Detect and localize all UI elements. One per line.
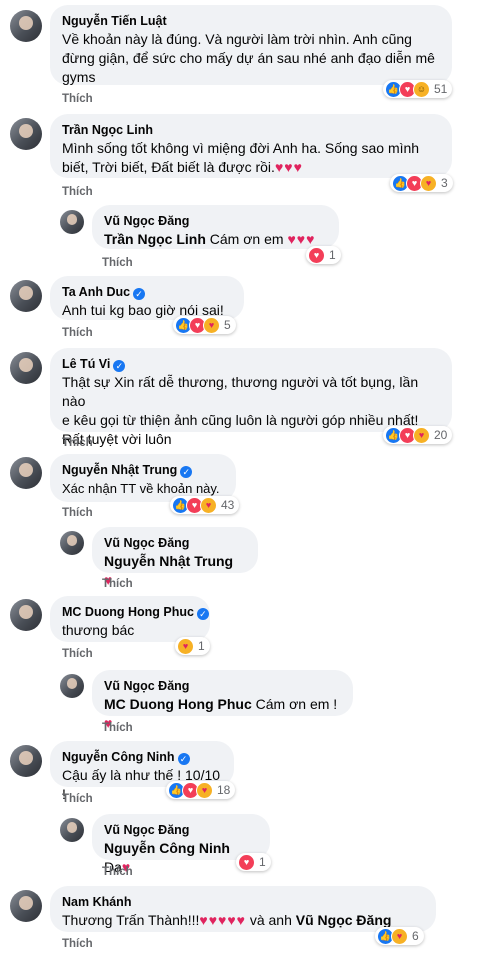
comment-author[interactable]: Lê Tú Vi ✓ (62, 356, 440, 372)
reaction-summary[interactable]: ♥ 1 (175, 637, 210, 655)
reaction-count: 3 (441, 176, 448, 190)
reaction-summary[interactable]: 👍 ♥ 6 (375, 927, 424, 945)
reaction-count: 20 (434, 428, 448, 442)
mention-tag[interactable]: Trần Ngọc Linh (104, 231, 206, 247)
comment-bubble: Trần Ngọc Linh Mình sống tốt không vì mi… (50, 114, 452, 178)
love-reaction-icon: ♥ (308, 246, 325, 264)
comment-author[interactable]: Ta Anh Duc ✓ (62, 284, 232, 300)
like-link[interactable]: Thích (62, 507, 93, 519)
comment-author[interactable]: Nguyễn Nhật Trung ✓ (62, 462, 224, 478)
reaction-count: 1 (259, 855, 266, 869)
reaction-count: 1 (198, 639, 205, 653)
avatar[interactable] (10, 890, 42, 922)
mention-tag[interactable]: Vũ Ngọc Đăng (296, 912, 392, 928)
reply-bubble: Vũ Ngọc Đăng Trần Ngọc Linh Cám ơn em ♥♥… (92, 205, 339, 249)
comment-text: MC Duong Hong Phuc Cám ơn em !♥ (104, 696, 338, 731)
comment-author[interactable]: Trần Ngọc Linh (62, 122, 440, 138)
love-reaction-icon: ♥ (238, 853, 255, 871)
care-reaction-icon: ♥ (203, 316, 220, 334)
care-reaction-icon: ♥ (200, 496, 217, 514)
comment-text: Về khoản này là đúng. Và người làm trời … (62, 31, 435, 85)
reaction-count: 51 (434, 82, 448, 96)
reaction-count: 1 (329, 248, 336, 262)
comment-text: Thương Trấn Thành!!!♥♥♥♥♥ và anh Vũ Ngọc… (62, 912, 392, 928)
heart-emoji: ♥♥♥ (287, 231, 316, 247)
care-reaction-icon: ♥ (196, 781, 213, 799)
reaction-count: 6 (412, 929, 419, 943)
comment-bubble: Nguyễn Tiến Luật Về khoản này là đúng. V… (50, 5, 452, 85)
verified-badge-icon: ✓ (133, 288, 146, 300)
avatar[interactable] (60, 674, 84, 698)
avatar[interactable] (10, 745, 42, 777)
avatar[interactable] (10, 352, 42, 384)
care-reaction-icon: ♥ (177, 637, 194, 655)
comment-bubble: Ta Anh Duc ✓ Anh tui kg bao giờ nói sai! (50, 276, 244, 320)
like-link[interactable]: Thích (102, 722, 133, 734)
reaction-summary[interactable]: 👍 ♥ ♥ 3 (390, 174, 453, 192)
comment-author[interactable]: Vũ Ngọc Đăng (104, 213, 327, 229)
care-reaction-icon: ♥ (391, 927, 408, 945)
comment-author[interactable]: Nam Khánh (62, 894, 424, 910)
comment-bubble: Nguyễn Nhật Trung ✓ Xác nhận TT về khoản … (50, 454, 236, 502)
avatar[interactable] (10, 280, 42, 312)
heart-emoji: ♥♥♥♥♥ (199, 912, 246, 928)
mention-tag[interactable]: MC Duong Hong Phuc (104, 696, 252, 712)
avatar[interactable] (60, 210, 84, 234)
reaction-summary[interactable]: ♥ 1 (306, 246, 341, 264)
avatar[interactable] (10, 457, 42, 489)
reply-bubble: Vũ Ngọc Đăng MC Duong Hong Phuc Cám ơn e… (92, 670, 353, 731)
reply-bubble: Vũ Ngọc Đăng Nguyễn Nhật Trung ♥ (92, 527, 258, 588)
avatar[interactable] (60, 531, 84, 555)
avatar[interactable] (10, 10, 42, 42)
verified-badge-icon: ✓ (113, 360, 126, 372)
comment-text: Mình sống tốt không vì miệng đời Anh ha.… (62, 140, 420, 175)
like-link[interactable]: Thích (62, 793, 93, 805)
reaction-count: 5 (224, 318, 231, 332)
comment-bubble: MC Duong Hong Phuc ✓ thương bác (50, 596, 210, 642)
comment-bubble: Lê Tú Vi ✓ Thật sự Xin rất dễ thương, thư… (50, 348, 452, 447)
comment-text: thương bác (62, 622, 135, 638)
comment-author[interactable]: Vũ Ngọc Đăng (104, 535, 246, 551)
comment-author[interactable]: Vũ Ngọc Đăng (104, 822, 258, 838)
comment-bubble: Nam Khánh Thương Trấn Thành!!!♥♥♥♥♥ và a… (50, 886, 436, 932)
reaction-summary[interactable]: 👍 ♥ ♥ 20 (383, 426, 453, 444)
care-reaction-icon: ♥ (420, 174, 437, 192)
like-link[interactable]: Thích (102, 578, 133, 590)
comment-author[interactable]: MC Duong Hong Phuc ✓ (62, 604, 209, 620)
reaction-count: 43 (221, 498, 235, 512)
comment-author[interactable]: Nguyễn Tiến Luật (62, 13, 440, 29)
reaction-summary[interactable]: 👍 ♥ ♥ 5 (173, 316, 236, 334)
like-link[interactable]: Thích (62, 93, 93, 105)
reaction-summary[interactable]: 👍 ♥ ☺ 51 (383, 80, 453, 98)
avatar[interactable] (60, 818, 84, 842)
like-link[interactable]: Thích (62, 186, 93, 198)
reaction-summary[interactable]: ♥ 1 (236, 853, 271, 871)
like-link[interactable]: Thích (102, 257, 133, 269)
comment-author[interactable]: Vũ Ngọc Đăng (104, 678, 341, 694)
avatar[interactable] (10, 118, 42, 150)
like-link[interactable]: Thích (62, 648, 93, 660)
reaction-summary[interactable]: 👍 ♥ ♥ 18 (166, 781, 236, 799)
heart-emoji: ♥♥♥ (274, 159, 303, 175)
like-link[interactable]: Thích (62, 437, 93, 449)
comment-author[interactable]: Nguyễn Công Ninh ✓ (62, 749, 222, 765)
care-reaction-icon: ♥ (413, 426, 430, 444)
avatar[interactable] (10, 599, 42, 631)
like-link[interactable]: Thích (62, 938, 93, 950)
like-link[interactable]: Thích (62, 327, 93, 339)
mention-tag[interactable]: Nguyễn Nhật Trung (104, 553, 233, 569)
verified-badge-icon: ✓ (196, 608, 209, 620)
reaction-count: 18 (217, 783, 231, 797)
verified-badge-icon: ✓ (180, 466, 193, 478)
comment-text: Trần Ngọc Linh Cám ơn em ♥♥♥ (104, 231, 316, 247)
like-link[interactable]: Thích (102, 866, 133, 878)
verified-badge-icon: ✓ (177, 753, 190, 765)
reaction-summary[interactable]: 👍 ♥ ♥ 43 (170, 496, 240, 514)
mention-tag[interactable]: Nguyễn Công Ninh (104, 840, 230, 856)
haha-reaction-icon: ☺ (413, 80, 430, 98)
